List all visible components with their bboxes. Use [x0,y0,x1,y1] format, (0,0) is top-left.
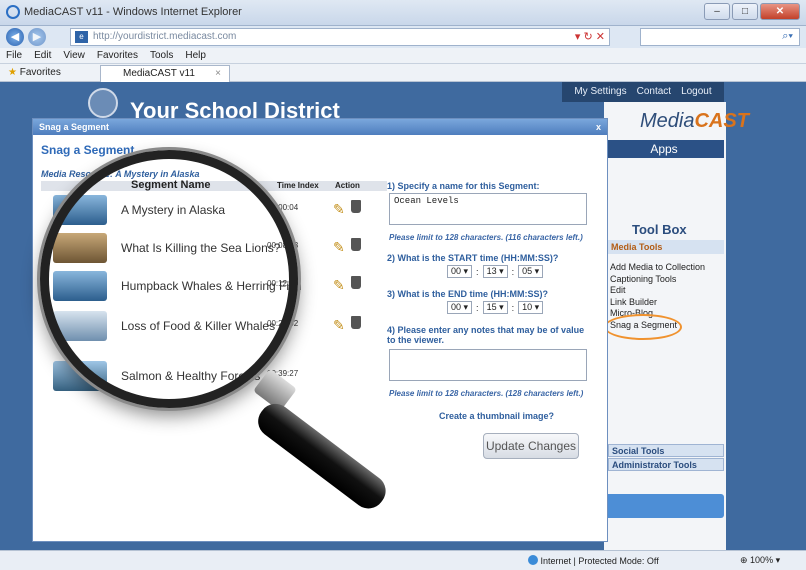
minimize-button[interactable]: – [704,3,730,20]
start-hours-select[interactable]: 00 ▾ [447,265,473,278]
end-seconds-select[interactable]: 10 ▾ [518,301,544,314]
name-limit-note: Please limit to 128 characters. (116 cha… [389,233,583,242]
column-action: Action [335,181,360,190]
window-controls: – □ ✕ [704,3,800,20]
end-hours-select[interactable]: 00 ▾ [447,301,473,314]
url-text: http://yourdistrict.mediacast.com [93,31,237,42]
end-time-selects: 00 ▾: 15 ▾: 10 ▾ [447,301,544,314]
dialog-titlebar: Snag a Segment x [33,119,607,135]
edit-icon[interactable]: ✎ [333,277,345,294]
dialog-close-icon[interactable]: x [596,119,601,135]
footer-bar [604,494,724,518]
trash-icon[interactable] [351,200,361,213]
menu-favorites[interactable]: Favorites [97,48,138,63]
update-changes-button[interactable]: Update Changes [483,433,579,459]
apps-tab[interactable]: Apps [604,140,724,158]
district-logo [88,88,118,118]
social-tools-header[interactable]: Social Tools [608,444,724,457]
search-input[interactable]: ⌕▾ [640,28,800,46]
start-seconds-select[interactable]: 05 ▾ [518,265,544,278]
trash-icon[interactable] [351,238,361,251]
snag-segment-highlight [604,314,682,340]
media-tools-header[interactable]: Media Tools [608,240,724,254]
tool-link-builder[interactable]: Link Builder [610,297,705,309]
trash-icon[interactable] [351,316,361,329]
edit-icon[interactable]: ✎ [333,201,345,218]
tab-close-icon[interactable]: × [215,68,221,79]
right-column: MediaCAST Apps Tool Box Media Tools Add … [604,102,749,550]
security-zone[interactable]: Internet | Protected Mode: Off [528,555,659,566]
forward-button[interactable]: ▶ [28,28,46,46]
question-end-time: 3) What is the END time (HH:MM:SS)? [387,289,548,299]
zoom-level[interactable]: ⊕ 100% ▾ [740,555,780,566]
internet-explorer-icon [6,5,20,19]
dialog-heading: Snag a Segment [41,143,135,157]
close-window-button[interactable]: ✕ [760,3,800,20]
menu-edit[interactable]: Edit [34,48,51,63]
search-icon[interactable]: ⌕▾ [782,30,793,43]
question-thumbnail: Create a thumbnail image? [439,411,555,421]
menu-file[interactable]: File [6,48,22,63]
favorites-button[interactable]: ★ Favorites [8,67,61,78]
menu-help[interactable]: Help [185,48,206,63]
edit-icon[interactable]: ✎ [333,317,345,334]
status-bar: Internet | Protected Mode: Off ⊕ 100% ▾ [0,550,806,570]
globe-icon [528,555,538,565]
notes-limit-note: Please limit to 128 characters. (128 cha… [389,389,584,398]
star-icon: ★ [8,67,17,78]
window-title: MediaCAST v11 - Windows Internet Explore… [24,6,242,18]
contact-link[interactable]: Contact [637,82,671,102]
site-icon: e [75,31,88,43]
back-button[interactable]: ◀ [6,28,24,46]
question-start-time: 2) What is the START time (HH:MM:SS)? [387,253,559,263]
top-nav: My Settings Contact Logout [562,82,724,102]
administrator-tools-header[interactable]: Administrator Tools [608,458,724,471]
tool-captioning[interactable]: Captioning Tools [610,274,705,286]
address-bar: ◀ ▶ e http://yourdistrict.mediacast.com … [0,26,806,48]
menu-view[interactable]: View [63,48,85,63]
favorites-bar: ★ Favorites MediaCAST v11 × [0,64,806,82]
magnifying-glass-lens [40,150,298,408]
end-minutes-select[interactable]: 15 ▾ [482,301,508,314]
logout-link[interactable]: Logout [681,82,712,102]
dialog-title: Snag a Segment [39,122,110,132]
start-time-selects: 00 ▾: 13 ▾: 05 ▾ [447,265,544,278]
status-text: Internet | Protected Mode: Off [540,556,659,566]
menu-tools[interactable]: Tools [150,48,173,63]
notes-field[interactable] [389,349,587,381]
toolbox-title: Tool Box [632,222,687,237]
column-time-index: Time Index [277,181,319,190]
maximize-button[interactable]: □ [732,3,758,20]
edit-icon[interactable]: ✎ [333,239,345,256]
trash-icon[interactable] [351,276,361,289]
menu-bar: File Edit View Favorites Tools Help [0,48,806,64]
segment-name-field[interactable]: Ocean Levels [389,193,587,225]
mediacast-logo: MediaCAST [640,110,749,132]
url-field[interactable]: e http://yourdistrict.mediacast.com ▾ ↻ … [70,28,610,46]
window-titlebar: MediaCAST v11 - Windows Internet Explore… [0,0,806,26]
tool-edit[interactable]: Edit [610,285,705,297]
tab-title: MediaCAST v11 [123,68,195,79]
tool-add-media[interactable]: Add Media to Collection [610,262,705,274]
browser-tab[interactable]: MediaCAST v11 × [100,65,230,82]
my-settings-link[interactable]: My Settings [574,82,626,102]
question-segment-name: 1) Specify a name for this Segment: [387,181,540,191]
question-notes: 4) Please enter any notes that may be of… [387,325,585,345]
refresh-stop-icons[interactable]: ▾ ↻ ✕ [575,29,605,45]
start-minutes-select[interactable]: 13 ▾ [482,265,508,278]
